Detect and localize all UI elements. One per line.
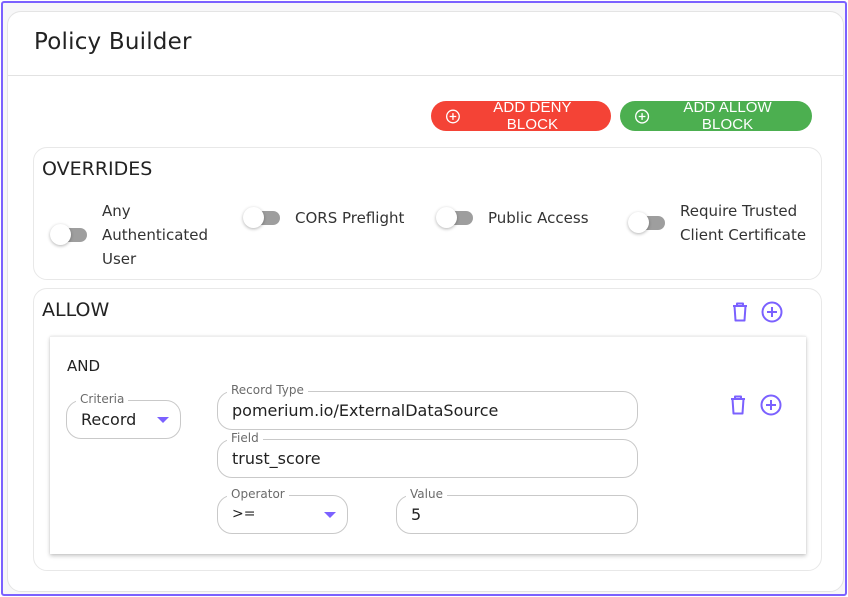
value-value[interactable]: 5 [411,505,421,524]
require-trusted-cert-switch[interactable] [628,212,668,234]
criteria-value: Record [81,410,137,429]
operator-value: >= [232,506,256,522]
record-type-input[interactable]: Record Type pomerium.io/ExternalDataSour… [217,383,638,430]
record-type-value[interactable]: pomerium.io/ExternalDataSource [232,401,498,420]
toggle-cors-preflight[interactable]: CORS Preflight [243,206,404,230]
add-criteria-button[interactable] [759,393,783,417]
overrides-title: OVERRIDES [42,158,153,180]
value-label: Value [406,487,447,501]
block-actions: ADD DENY BLOCK ADD ALLOW BLOCK [431,99,812,133]
label-line: Authenticated [102,226,209,244]
toggle-public-access[interactable]: Public Access [436,206,589,230]
toggle-label: Require Trusted Client Certificate [680,199,806,247]
cors-preflight-switch[interactable] [243,207,283,229]
app-frame: Policy Builder ADD DENY BLOCK ADD ALLOW … [1,1,847,596]
card-header: Policy Builder [8,12,843,76]
criteria-label: Criteria [76,392,129,406]
add-to-allow-block-button[interactable] [760,300,784,324]
switch-thumb[interactable] [436,207,457,228]
and-group-card: AND Criteria Record Record Type pomerium… [50,336,806,554]
add-allow-block-button[interactable]: ADD ALLOW BLOCK [620,99,812,133]
chevron-down-icon [157,417,169,423]
toggle-any-authenticated-user[interactable]: Any Authenticated User [50,199,208,271]
field-label: Field [227,431,263,445]
add-deny-block-label: ADD DENY BLOCK [493,99,572,133]
add-deny-block-button[interactable]: ADD DENY BLOCK [431,99,611,133]
label-line: Any [102,202,131,220]
toggle-label: Public Access [488,209,589,227]
public-access-switch[interactable] [436,207,476,229]
delete-criteria-button[interactable] [726,393,750,417]
page-title: Policy Builder [34,29,192,55]
switch-thumb[interactable] [50,224,71,245]
delete-icon [731,395,745,415]
toggle-label: CORS Preflight [295,209,405,227]
value-input[interactable]: Value 5 [396,487,638,534]
allow-title: ALLOW [42,299,110,321]
switch-thumb[interactable] [628,212,649,233]
toggle-require-trusted-client-certificate[interactable]: Require Trusted Client Certificate [628,199,806,247]
policy-builder-card: Policy Builder ADD DENY BLOCK ADD ALLOW … [7,11,844,592]
delete-icon [733,302,747,322]
allow-section: ALLOW AND Criteria Record Record Type po… [33,288,822,571]
chevron-down-icon [324,512,336,518]
add-circle-icon [445,109,460,123]
operator-label: Operator [227,487,289,501]
criteria-select[interactable]: Criteria Record [66,392,181,439]
overrides-section: OVERRIDES Any Authenticated User CORS Pr… [33,147,822,280]
label-line: Client Certificate [680,226,807,244]
label-line: User [102,250,137,268]
field-value[interactable]: trust_score [232,449,321,468]
and-label: AND [67,357,101,375]
operator-select[interactable]: Operator >= [217,487,348,534]
add-circle-icon [635,108,650,124]
add-circle-icon [760,394,782,416]
label-line: Require Trusted [680,202,798,220]
any-authenticated-user-switch[interactable] [50,224,90,246]
delete-allow-block-button[interactable] [728,300,752,324]
field-input[interactable]: Field trust_score [217,431,638,478]
toggle-label: Any Authenticated User [102,199,208,271]
add-allow-block-label: ADD ALLOW BLOCK [683,99,772,133]
add-circle-icon [761,301,783,323]
switch-thumb[interactable] [243,207,264,228]
record-type-label: Record Type [227,383,308,397]
